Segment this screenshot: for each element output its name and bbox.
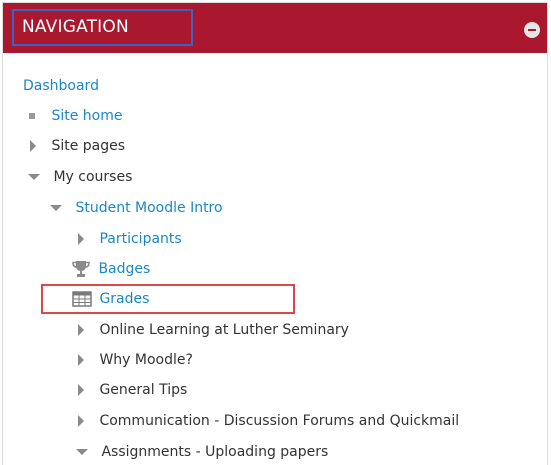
chevron-down-icon[interactable] <box>28 174 40 180</box>
nav-item-label[interactable]: Online Learning at Luther Seminary <box>99 322 348 338</box>
nav-item-label[interactable]: Student Moodle Intro <box>75 200 222 216</box>
nav-item-section[interactable]: Online Learning at Luther Seminary <box>78 318 349 342</box>
grades-highlight-box <box>41 284 295 314</box>
nav-item-dashboard[interactable]: Dashboard <box>23 74 99 98</box>
nav-item-label[interactable]: Site home <box>51 108 122 124</box>
nav-item-section[interactable]: Assignments - Uploading papers <box>76 440 328 464</box>
nav-item-label[interactable]: Dashboard <box>23 78 99 94</box>
nav-item-label[interactable]: General Tips <box>99 382 187 398</box>
block-title: NAVIGATION <box>12 9 193 46</box>
nav-item-section[interactable]: Communication - Discussion Forums and Qu… <box>78 409 459 433</box>
nav-item-label[interactable]: Why Moodle? <box>99 352 192 368</box>
nav-item-badges[interactable]: Badges <box>71 257 150 281</box>
nav-item-section[interactable]: General Tips <box>78 378 187 402</box>
chevron-down-icon[interactable] <box>76 449 88 455</box>
block-header: NAVIGATION <box>3 3 547 53</box>
bullet-icon <box>29 113 35 119</box>
nav-item-section[interactable]: Why Moodle? <box>78 348 193 372</box>
chevron-down-icon[interactable] <box>50 205 62 211</box>
navigation-block: NAVIGATION Dashboard Site home Site page… <box>2 2 548 465</box>
nav-item-label[interactable]: Communication - Discussion Forums and Qu… <box>99 413 459 429</box>
nav-item-course[interactable]: Student Moodle Intro <box>50 196 223 220</box>
chevron-right-icon[interactable] <box>78 415 84 427</box>
chevron-right-icon[interactable] <box>30 140 36 152</box>
minus-circle-icon[interactable] <box>524 22 540 38</box>
chevron-right-icon[interactable] <box>78 384 84 396</box>
nav-item-site-pages[interactable]: Site pages <box>30 134 125 158</box>
nav-item-label[interactable]: Badges <box>98 261 150 277</box>
nav-item-label[interactable]: Assignments - Uploading papers <box>101 444 328 460</box>
nav-item-label[interactable]: My courses <box>53 169 132 185</box>
trophy-icon <box>72 261 90 277</box>
chevron-right-icon[interactable] <box>78 233 84 245</box>
nav-item-my-courses[interactable]: My courses <box>28 165 132 189</box>
nav-item-participants[interactable]: Participants <box>78 227 182 251</box>
nav-item-label[interactable]: Site pages <box>51 138 125 154</box>
nav-item-site-home[interactable]: Site home <box>26 104 122 128</box>
chevron-right-icon[interactable] <box>78 354 84 366</box>
nav-item-label[interactable]: Participants <box>99 231 181 247</box>
chevron-right-icon[interactable] <box>78 324 84 336</box>
